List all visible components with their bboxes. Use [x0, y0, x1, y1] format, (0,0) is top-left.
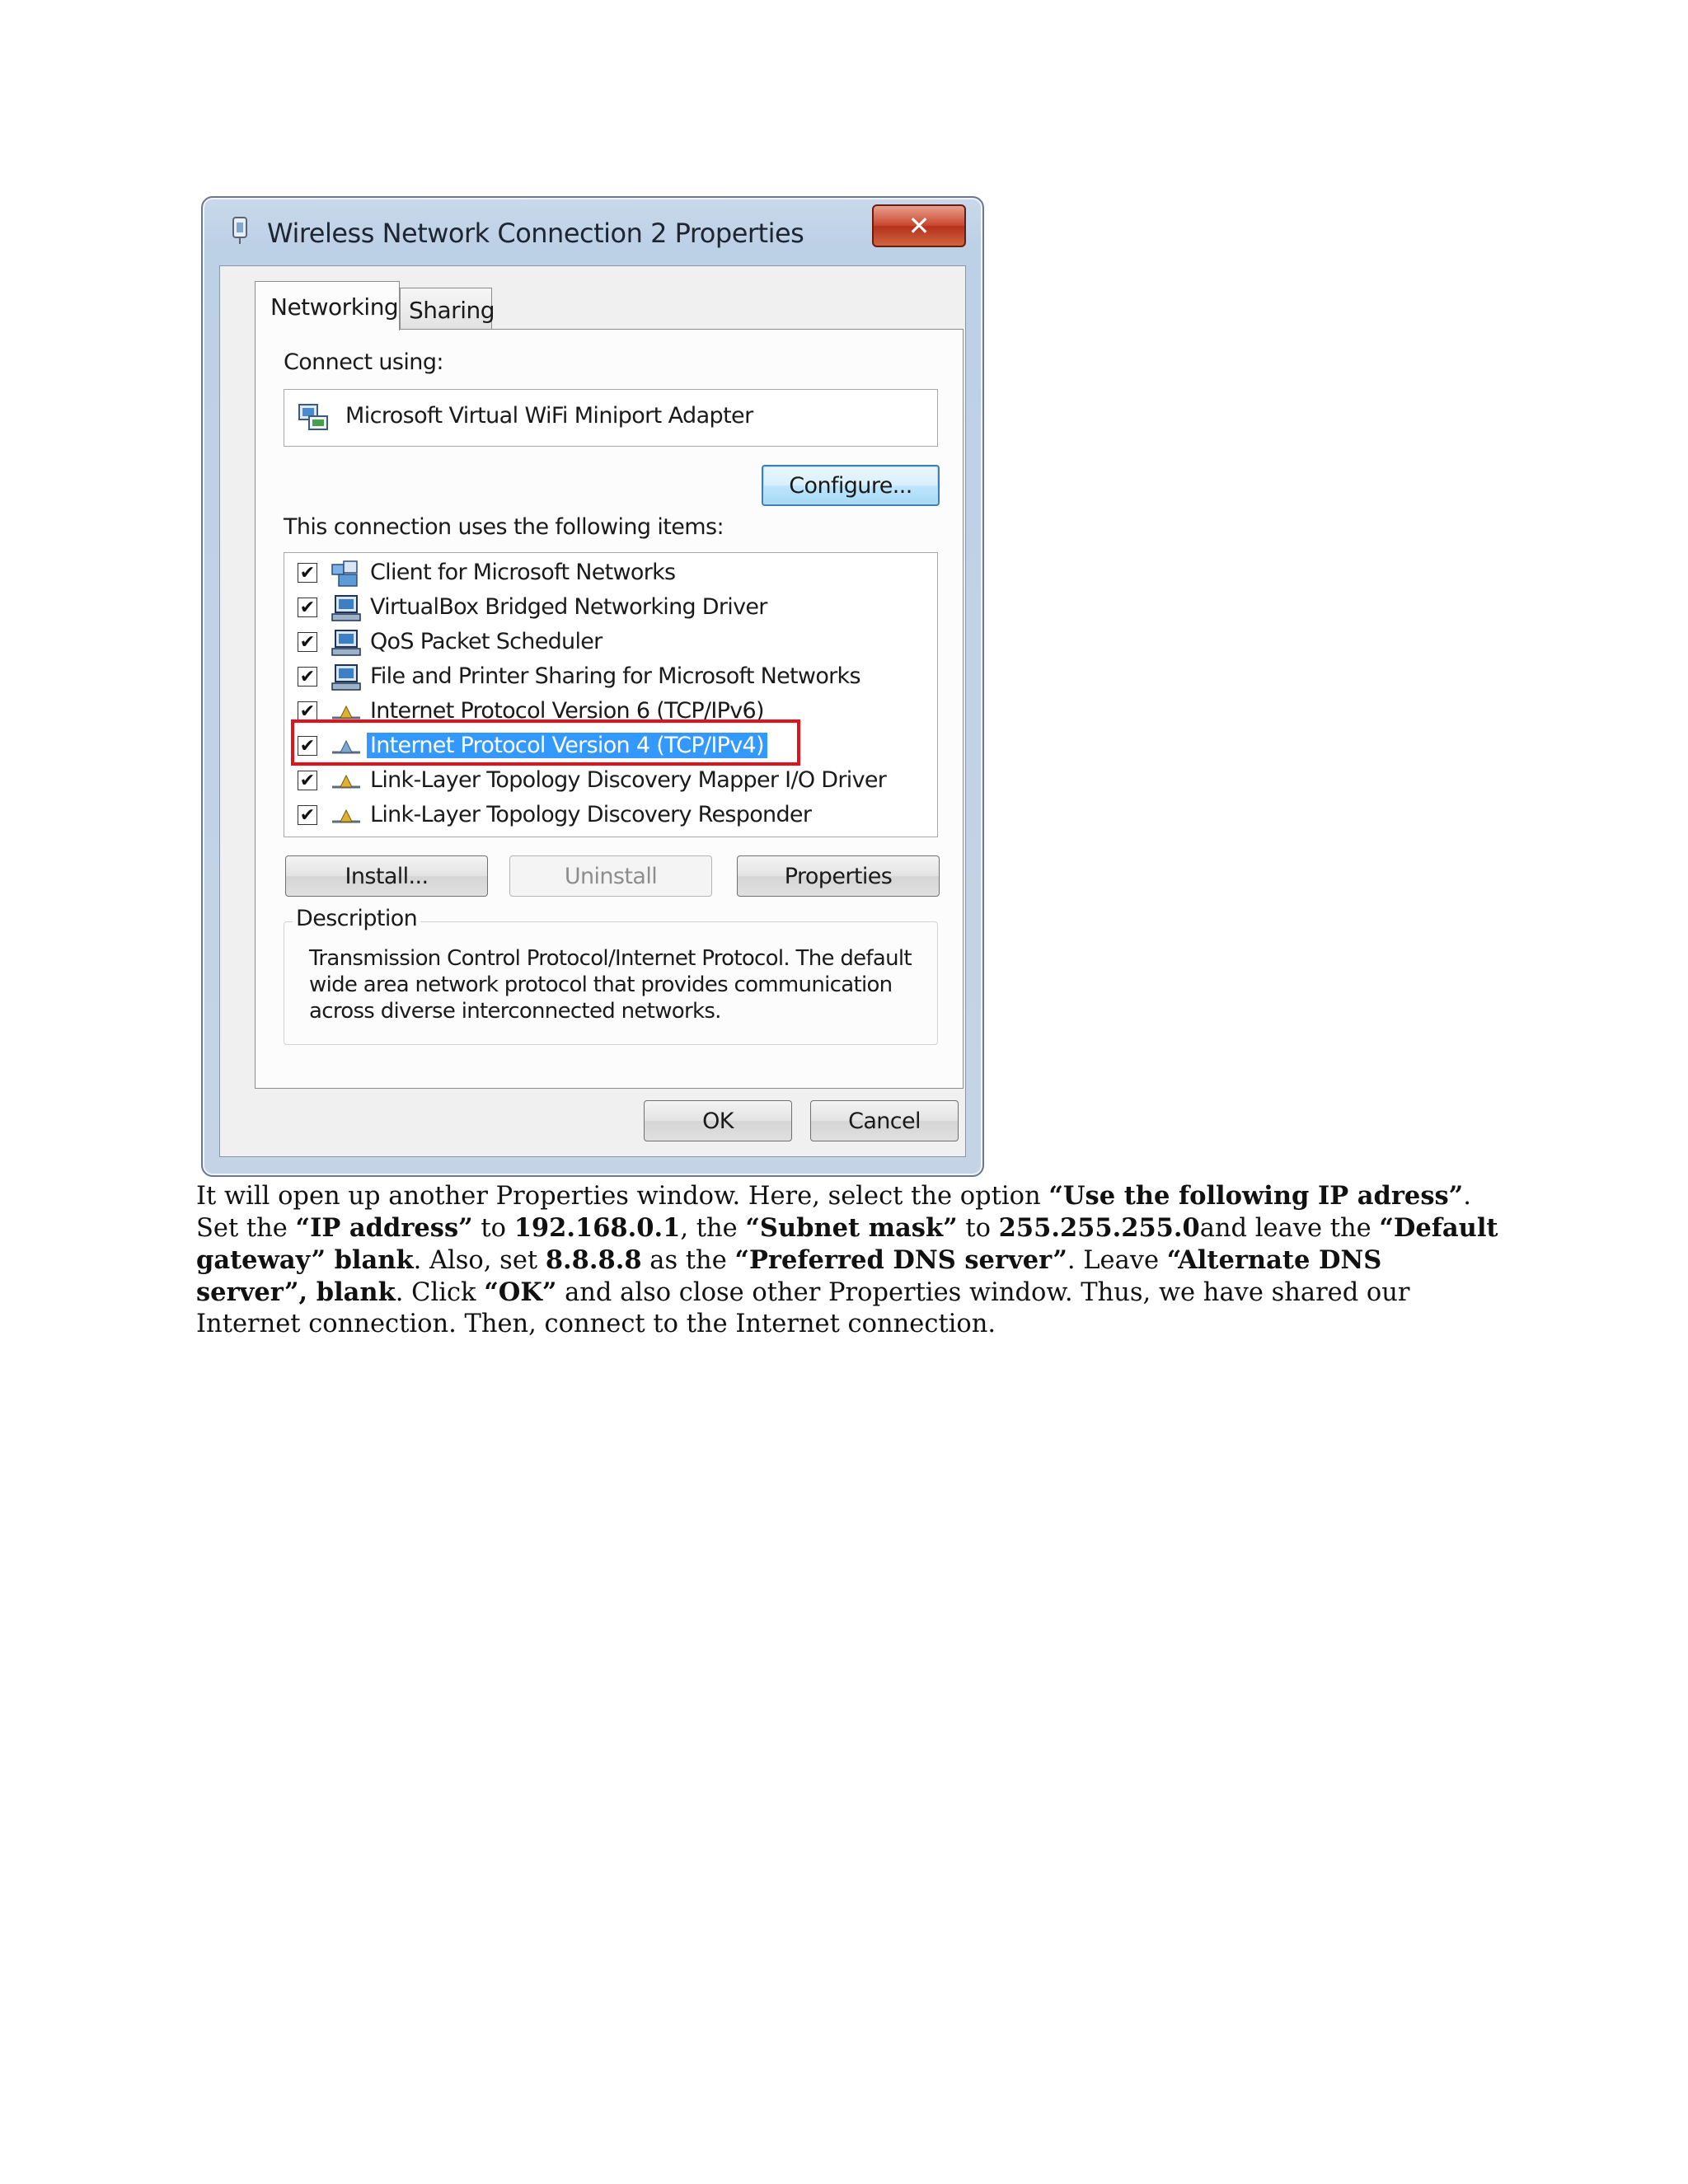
properties-button[interactable]: Properties — [737, 855, 940, 897]
network-adapter-icon — [298, 404, 328, 430]
protocol-icon — [332, 739, 360, 754]
protocol-icon — [332, 808, 360, 823]
uninstall-button[interactable]: Uninstall — [509, 855, 712, 897]
properties-button-label: Properties — [784, 863, 893, 889]
tab-sharing[interactable]: Sharing — [400, 288, 495, 329]
protocol-icon — [332, 705, 360, 719]
item-checkbox[interactable]: ✔ — [298, 701, 317, 721]
configure-button[interactable]: Configure... — [762, 465, 940, 506]
network-service-icon — [331, 630, 361, 656]
close-icon: ✕ — [907, 211, 931, 241]
network-client-icon — [331, 560, 358, 587]
cancel-button-label: Cancel — [848, 1108, 921, 1134]
tab-networking[interactable]: Networking — [255, 281, 400, 330]
protocol-icon — [332, 774, 360, 789]
items-list[interactable]: ✔ Client for Microsoft Networks ✔ Virtua… — [284, 552, 938, 837]
item-label: File and Printer Sharing for Microsoft N… — [370, 663, 861, 689]
dialog-client-area: Sharing Networking Connect using: Micros… — [219, 265, 966, 1157]
list-item-selected[interactable]: ✔ Internet Protocol Version 4 (TCP/IPv4) — [284, 729, 937, 764]
networking-panel: Connect using: Microsoft Virtual WiFi Mi… — [255, 329, 964, 1089]
configure-button-label: Configure... — [789, 472, 912, 499]
item-label: Link-Layer Topology Discovery Mapper I/O… — [370, 767, 887, 793]
ok-button[interactable]: OK — [644, 1100, 792, 1141]
item-checkbox[interactable]: ✔ — [298, 736, 317, 756]
list-item[interactable]: ✔ VirtualBox Bridged Networking Driver — [284, 591, 937, 626]
cancel-button[interactable]: Cancel — [810, 1100, 959, 1141]
list-item[interactable]: ✔ File and Printer Sharing for Microsoft… — [284, 660, 937, 695]
uninstall-button-label: Uninstall — [564, 863, 658, 889]
description-legend: Description — [293, 906, 421, 931]
list-item[interactable]: ✔ Internet Protocol Version 6 (TCP/IPv6) — [284, 695, 937, 729]
item-label: Internet Protocol Version 6 (TCP/IPv6) — [370, 698, 765, 724]
title-bar[interactable]: Wireless Network Connection 2 Properties… — [203, 198, 982, 264]
item-checkbox[interactable]: ✔ — [298, 667, 317, 687]
tab-networking-label: Networking — [270, 293, 399, 321]
items-label: This connection uses the following items… — [284, 514, 724, 540]
description-text: Transmission Control Protocol/Internet P… — [309, 946, 912, 1024]
item-checkbox[interactable]: ✔ — [298, 563, 317, 583]
item-label: Client for Microsoft Networks — [370, 560, 676, 585]
item-checkbox[interactable]: ✔ — [298, 632, 317, 652]
tab-sharing-label: Sharing — [409, 297, 495, 324]
ok-button-label: OK — [702, 1108, 734, 1134]
wireless-adapter-icon — [232, 217, 247, 244]
install-button[interactable]: Install... — [285, 855, 488, 897]
connect-using-label: Connect using: — [284, 349, 443, 375]
install-button-label: Install... — [345, 863, 429, 889]
item-checkbox[interactable]: ✔ — [298, 771, 317, 790]
list-item[interactable]: ✔ QoS Packet Scheduler — [284, 626, 937, 660]
list-item[interactable]: ✔ Link-Layer Topology Discovery Responde… — [284, 799, 937, 833]
item-label: QoS Packet Scheduler — [370, 629, 603, 654]
adapter-field: Microsoft Virtual WiFi Miniport Adapter — [284, 389, 938, 447]
item-label: Link-Layer Topology Discovery Responder — [370, 802, 812, 827]
item-label: Internet Protocol Version 4 (TCP/IPv4) — [367, 733, 767, 758]
item-label: VirtualBox Bridged Networking Driver — [370, 594, 767, 620]
network-service-icon — [331, 664, 361, 691]
close-button[interactable]: ✕ — [872, 204, 966, 247]
dialog-title: Wireless Network Connection 2 Properties — [267, 218, 804, 249]
item-checkbox[interactable]: ✔ — [298, 805, 317, 825]
properties-dialog: Wireless Network Connection 2 Properties… — [201, 196, 984, 1177]
item-checkbox[interactable]: ✔ — [298, 598, 317, 617]
list-item[interactable]: ✔ Link-Layer Topology Discovery Mapper I… — [284, 764, 937, 799]
description-group: Description Transmission Control Protoco… — [284, 906, 938, 1045]
network-service-icon — [331, 595, 361, 621]
instruction-paragraph: It will open up another Properties windo… — [196, 1181, 1498, 1338]
list-item[interactable]: ✔ Client for Microsoft Networks — [284, 556, 937, 591]
adapter-name: Microsoft Virtual WiFi Miniport Adapter — [345, 403, 753, 429]
